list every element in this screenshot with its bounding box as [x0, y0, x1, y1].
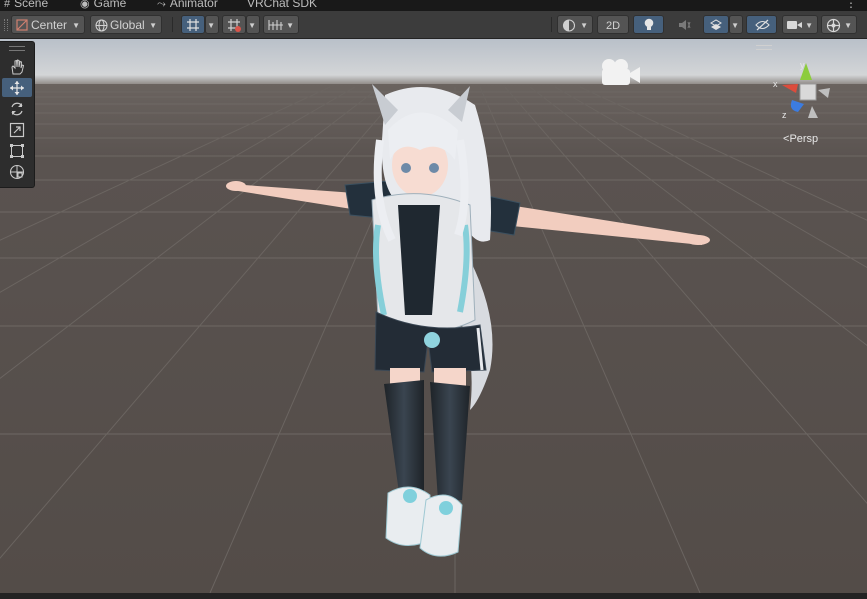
window-bottom-border	[0, 593, 867, 599]
move-tool-button[interactable]	[2, 78, 32, 97]
ruler-grid-icon	[268, 20, 283, 30]
animator-icon: ⤳	[157, 0, 166, 10]
view-tool-button[interactable]	[2, 57, 32, 76]
grid-snap-icon	[187, 19, 199, 31]
2d-mode-toggle[interactable]: 2D	[597, 15, 629, 34]
rotate-tool-button[interactable]	[2, 99, 32, 118]
tab-scene[interactable]: # Scene	[4, 0, 48, 11]
increment-snap-dropdown[interactable]: ▼	[246, 15, 260, 34]
tab-game[interactable]: ◉ Game	[80, 0, 126, 11]
audio-toggle[interactable]	[668, 15, 699, 34]
skybox	[0, 39, 867, 87]
grid-icon: #	[4, 0, 11, 10]
pivot-mode-label: Center	[31, 18, 68, 32]
increment-snap-icon	[228, 19, 241, 32]
transform-tool-button[interactable]	[2, 162, 32, 181]
chevron-down-icon: ▼	[286, 21, 294, 30]
chevron-down-icon: ▼	[72, 21, 80, 30]
lighting-toggle[interactable]	[633, 15, 664, 34]
gizmo-drag-handle[interactable]	[756, 45, 772, 50]
scale-tool-button[interactable]	[2, 120, 32, 139]
hand-icon	[11, 59, 25, 75]
rect-tool-button[interactable]	[2, 141, 32, 160]
tool-palette	[0, 41, 35, 188]
video-camera-icon	[787, 21, 802, 29]
draw-mode-dropdown[interactable]: ▼	[557, 15, 593, 34]
chevron-down-icon: ▼	[844, 21, 852, 30]
pivot-center-icon	[16, 19, 28, 31]
tab-animator[interactable]: ⤳ Animator	[157, 0, 218, 11]
gizmos-dropdown[interactable]: ▼	[821, 15, 857, 34]
tab-game-label: Game	[93, 0, 127, 10]
light-bulb-icon	[644, 18, 654, 30]
move-arrows-icon	[10, 81, 24, 95]
speaker-mute-icon	[679, 20, 691, 30]
grid-snapping-toggle[interactable]	[181, 15, 205, 34]
tool-palette-grip[interactable]	[9, 46, 25, 51]
unity-editor-scene-window: # Scene ◉ Game ⤳ Animator VRChat SDK ⋮ Cent…	[0, 0, 867, 599]
chevron-down-icon: ▼	[149, 21, 157, 30]
gizmo-x-label: x	[773, 79, 778, 89]
rect-transform-icon	[10, 144, 24, 158]
orientation-gizmo[interactable]: y x z	[768, 60, 838, 130]
scene-render	[0, 39, 867, 593]
tab-vrchat-sdk[interactable]: VRChat SDK	[247, 0, 317, 11]
gamepad-icon: ◉	[80, 0, 90, 10]
scene-viewport[interactable]	[0, 39, 867, 593]
scene-camera-icon[interactable]	[600, 57, 644, 87]
tab-vrchat-sdk-label: VRChat SDK	[247, 0, 318, 10]
chevron-down-icon: ▼	[580, 21, 588, 30]
2d-mode-label: 2D	[605, 20, 621, 32]
projection-label: Persp	[789, 133, 819, 145]
scene-toolbar: Center ▼ Global ▼ ▼ ▼ ▼ ▼ 2D ▼ ▼ ▼	[0, 11, 867, 39]
window-tab-bar: # Scene ◉ Game ⤳ Animator VRChat SDK ⋮	[0, 0, 867, 11]
toolbar-grip[interactable]	[4, 19, 8, 31]
gizmo-x-cone[interactable]	[782, 84, 798, 93]
pivot-mode-dropdown[interactable]: Center ▼	[11, 15, 85, 34]
eye-hidden-icon	[755, 19, 770, 31]
increment-snap-toggle[interactable]	[222, 15, 246, 34]
grid-snapping-dropdown[interactable]: ▼	[205, 15, 219, 34]
scale-icon	[9, 122, 25, 138]
toolbar-separator	[172, 17, 173, 32]
scene-camera-dropdown[interactable]: ▼	[782, 15, 818, 34]
chevron-down-icon: ▼	[248, 21, 256, 30]
pivot-rotation-dropdown[interactable]: Global ▼	[90, 15, 162, 34]
chevron-down-icon: ▼	[207, 21, 215, 30]
effects-layers-icon	[710, 19, 722, 30]
projection-toggle[interactable]: <Persp	[783, 133, 818, 145]
shaded-sphere-icon	[562, 19, 576, 32]
gizmo-z-label: z	[782, 110, 787, 120]
gizmo-y-label: y	[800, 60, 805, 70]
scene-visibility-toggle[interactable]	[746, 15, 777, 34]
pivot-rotation-label: Global	[110, 18, 145, 32]
toolbar-separator	[551, 17, 552, 32]
rotate-icon	[11, 102, 23, 116]
gizmo-z-cone[interactable]	[790, 100, 804, 112]
globe-icon	[95, 19, 108, 32]
tab-options-menu-icon[interactable]: ⋮	[845, 0, 857, 9]
tab-scene-label: Scene	[14, 0, 49, 10]
effects-toggle[interactable]	[703, 15, 729, 34]
chevron-down-icon: ▼	[731, 21, 739, 30]
transform-icon	[9, 164, 25, 180]
tab-animator-label: Animator	[169, 0, 218, 10]
grid-visibility-dropdown[interactable]: ▼	[263, 15, 299, 34]
chevron-down-icon: ▼	[805, 21, 813, 30]
effects-dropdown[interactable]: ▼	[729, 15, 743, 34]
gizmos-icon	[826, 18, 841, 33]
